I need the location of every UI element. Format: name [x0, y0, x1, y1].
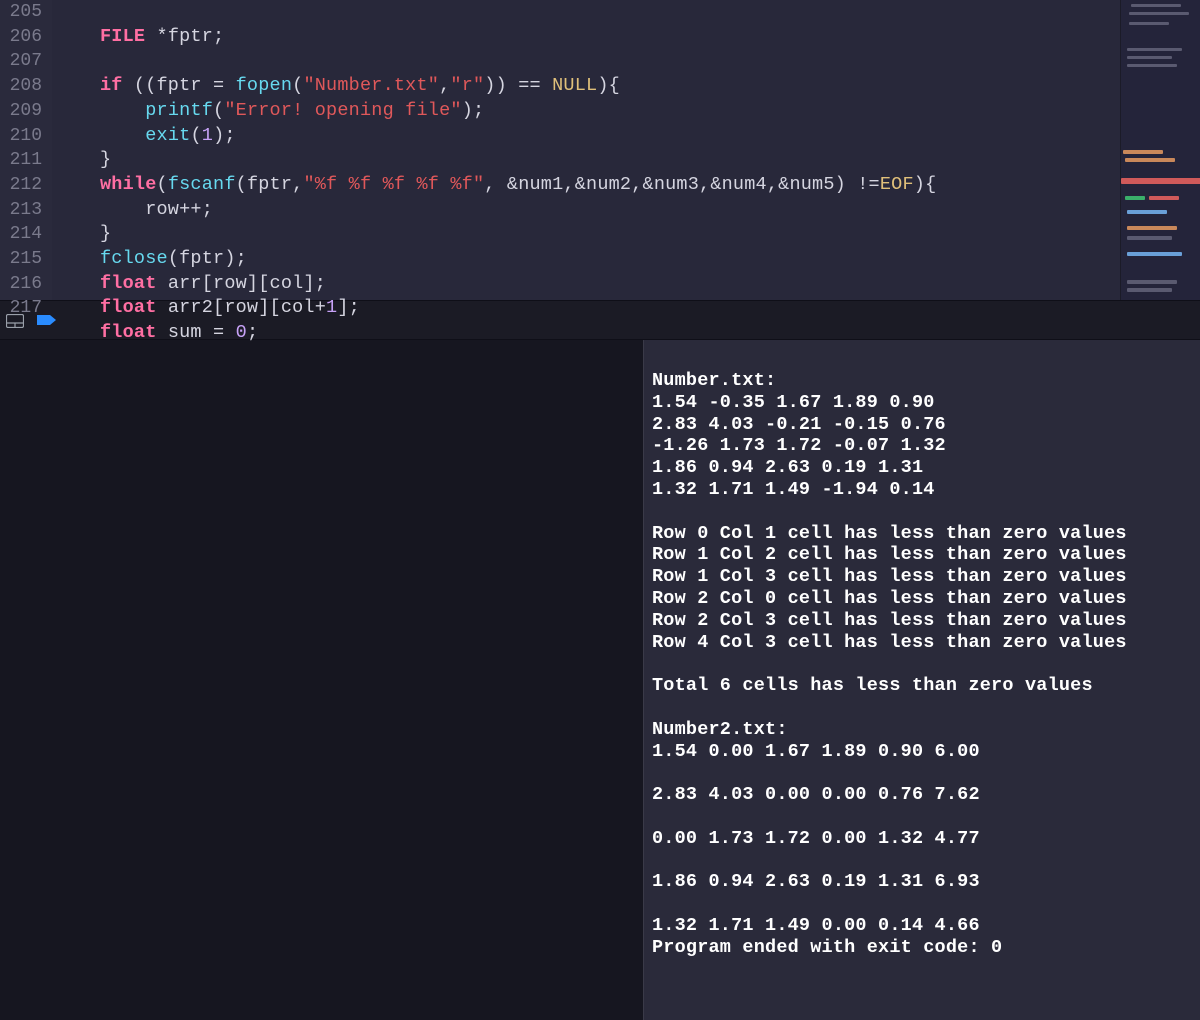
console-line: Number2.txt:: [652, 719, 788, 740]
code-line: if ((fptr = fopen("Number.txt","r")) == …: [100, 75, 620, 96]
minimap-content: [1125, 196, 1145, 200]
code-line: row++;: [100, 199, 213, 220]
console-line: Program ended with exit code: 0: [652, 937, 1002, 958]
console-line: Number.txt:: [652, 370, 776, 391]
console-line: 1.86 0.94 2.63 0.19 1.31 6.93: [652, 871, 980, 892]
code-content[interactable]: FILE *fptr; if ((fptr = fopen("Number.tx…: [52, 0, 1120, 300]
minimap-content: [1127, 236, 1172, 240]
code-line: }: [100, 223, 111, 244]
line-number: 212: [0, 173, 42, 198]
line-number-gutter: 205 206 207 208 209 210 211 212 213 214 …: [0, 0, 52, 300]
code-line: float sum = 0;: [100, 322, 258, 343]
minimap-content: [1127, 48, 1182, 51]
console-line: 1.54 -0.35 1.67 1.89 0.90: [652, 392, 935, 413]
line-number: 209: [0, 99, 42, 124]
console-line: 1.32 1.71 1.49 -1.94 0.14: [652, 479, 935, 500]
console-line: Row 1 Col 3 cell has less than zero valu…: [652, 566, 1127, 587]
minimap-content: [1127, 252, 1182, 256]
line-number: 210: [0, 124, 42, 149]
console-line: 2.83 4.03 0.00 0.00 0.76 7.62: [652, 784, 980, 805]
code-line: exit(1);: [100, 125, 236, 146]
line-number: 211: [0, 148, 42, 173]
minimap-content: [1129, 22, 1169, 25]
minimap-content: [1127, 64, 1177, 67]
minimap-content: [1131, 4, 1181, 7]
variables-pane[interactable]: [0, 340, 644, 1020]
line-number: 206: [0, 25, 42, 50]
minimap[interactable]: [1120, 0, 1200, 300]
console-line: 1.54 0.00 1.67 1.89 0.90 6.00: [652, 741, 980, 762]
code-line: printf("Error! opening file");: [100, 100, 484, 121]
minimap-content: [1127, 56, 1172, 59]
code-line: }: [100, 149, 111, 170]
console-line: -1.26 1.73 1.72 -0.07 1.32: [652, 435, 946, 456]
code-line: while(fscanf(fptr,"%f %f %f %f %f", &num…: [100, 174, 936, 195]
console-line: Row 0 Col 1 cell has less than zero valu…: [652, 523, 1127, 544]
line-number: 208: [0, 74, 42, 99]
console-line: 1.32 1.71 1.49 0.00 0.14 4.66: [652, 915, 980, 936]
minimap-content: [1127, 210, 1167, 214]
line-number: 205: [0, 0, 42, 25]
line-number: 216: [0, 272, 42, 297]
minimap-content: [1149, 196, 1179, 200]
minimap-content: [1121, 178, 1200, 184]
console-line: 2.83 4.03 -0.21 -0.15 0.76: [652, 414, 946, 435]
line-number: 215: [0, 247, 42, 272]
console-line: 1.86 0.94 2.63 0.19 1.31: [652, 457, 923, 478]
code-line: fclose(fptr);: [100, 248, 247, 269]
line-number: 207: [0, 49, 42, 74]
code-line: float arr2[row][col+1];: [100, 297, 360, 318]
minimap-content: [1123, 150, 1163, 154]
line-number: 214: [0, 222, 42, 247]
console-line: Row 2 Col 0 cell has less than zero valu…: [652, 588, 1127, 609]
lower-panels: Number.txt: 1.54 -0.35 1.67 1.89 0.90 2.…: [0, 340, 1200, 1020]
minimap-content: [1127, 280, 1177, 284]
console-line: 0.00 1.73 1.72 0.00 1.32 4.77: [652, 828, 980, 849]
line-number: 213: [0, 198, 42, 223]
console-line: Total 6 cells has less than zero values: [652, 675, 1093, 696]
minimap-content: [1127, 226, 1177, 230]
minimap-content: [1127, 288, 1172, 292]
console-line: Row 4 Col 3 cell has less than zero valu…: [652, 632, 1127, 653]
line-number: 217: [0, 296, 42, 321]
minimap-content: [1129, 12, 1189, 15]
console-output[interactable]: Number.txt: 1.54 -0.35 1.67 1.89 0.90 2.…: [644, 340, 1200, 1020]
code-editor[interactable]: 205 206 207 208 209 210 211 212 213 214 …: [0, 0, 1200, 300]
code-line: FILE *fptr;: [100, 26, 224, 47]
console-line: Row 1 Col 2 cell has less than zero valu…: [652, 544, 1127, 565]
minimap-content: [1125, 158, 1175, 162]
code-line: float arr[row][col];: [100, 273, 326, 294]
console-line: Row 2 Col 3 cell has less than zero valu…: [652, 610, 1127, 631]
